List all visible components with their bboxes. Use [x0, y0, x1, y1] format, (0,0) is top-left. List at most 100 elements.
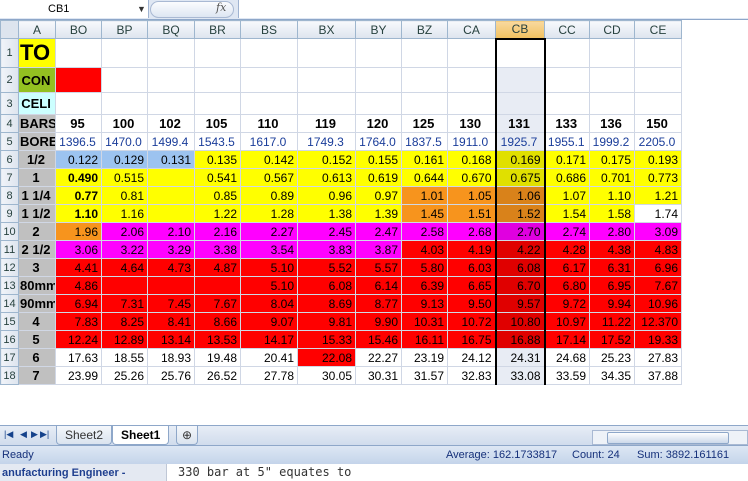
cell-ce7[interactable]: 0.773 [634, 168, 682, 187]
cell-by6[interactable]: 0.155 [355, 150, 402, 169]
cell-ce1[interactable] [634, 38, 682, 68]
cell-cc14[interactable]: 9.72 [544, 294, 590, 313]
cell-bs1[interactable] [240, 38, 298, 68]
cell-bs6[interactable]: 0.142 [240, 150, 298, 169]
cell-ce11[interactable]: 4.83 [634, 240, 682, 259]
cell-br11[interactable]: 3.38 [194, 240, 241, 259]
cell-ca16[interactable]: 16.75 [447, 330, 496, 349]
cell-br6[interactable]: 0.135 [194, 150, 241, 169]
cell-br12[interactable]: 4.87 [194, 258, 241, 277]
cell-bx6[interactable]: 0.152 [297, 150, 356, 169]
cell-bp13[interactable] [101, 276, 148, 295]
cell-bp18[interactable]: 25.26 [101, 366, 148, 385]
cell-cd15[interactable]: 11.22 [589, 312, 635, 331]
cell-bo10[interactable]: 1.96 [55, 222, 102, 241]
cell-bs12[interactable]: 5.10 [240, 258, 298, 277]
row-header[interactable]: 2 [0, 67, 19, 93]
cell-cd11[interactable]: 4.38 [589, 240, 635, 259]
cell-cb16[interactable]: 16.88 [494, 330, 546, 349]
cell-bs17[interactable]: 20.41 [240, 348, 298, 367]
cell-by4[interactable]: 120 [355, 114, 402, 133]
cell-ca2[interactable] [447, 67, 496, 93]
cell-a1[interactable]: TO [18, 38, 56, 68]
cell-a13[interactable]: 80mm [18, 276, 56, 295]
row-header[interactable]: 18 [0, 366, 19, 385]
cell-bz8[interactable]: 1.01 [401, 186, 448, 205]
cell-cb13[interactable]: 6.70 [494, 276, 546, 295]
cell-bx10[interactable]: 2.45 [297, 222, 356, 241]
row-header[interactable]: 7 [0, 168, 19, 187]
cell-cc15[interactable]: 10.97 [544, 312, 590, 331]
cell-bo4[interactable]: 95 [55, 114, 102, 133]
cell-bp5[interactable]: 1470.0 [101, 132, 148, 151]
cell-by8[interactable]: 0.97 [355, 186, 402, 205]
cell-ca6[interactable]: 0.168 [447, 150, 496, 169]
cell-br1[interactable] [194, 38, 241, 68]
cell-bz12[interactable]: 5.80 [401, 258, 448, 277]
cell-bq4[interactable]: 102 [147, 114, 195, 133]
cell-bs2[interactable] [240, 67, 298, 93]
cell-br3[interactable] [194, 92, 241, 115]
cell-bo6[interactable]: 0.122 [55, 150, 102, 169]
cell-cc8[interactable]: 1.07 [544, 186, 590, 205]
cell-cc10[interactable]: 2.74 [544, 222, 590, 241]
cell-by18[interactable]: 30.31 [355, 366, 402, 385]
column-header-bx[interactable]: BX [297, 20, 356, 39]
cell-ca3[interactable] [447, 92, 496, 115]
cell-cd13[interactable]: 6.95 [589, 276, 635, 295]
cell-cb12[interactable]: 6.08 [494, 258, 546, 277]
cell-bp8[interactable]: 0.81 [101, 186, 148, 205]
cell-bq13[interactable] [147, 276, 195, 295]
cell-br10[interactable]: 2.16 [194, 222, 241, 241]
column-header-cb[interactable]: CB [495, 20, 545, 39]
cell-bs18[interactable]: 27.78 [240, 366, 298, 385]
cell-ce10[interactable]: 3.09 [634, 222, 682, 241]
cell-cc4[interactable]: 133 [544, 114, 590, 133]
cell-cc17[interactable]: 24.68 [544, 348, 590, 367]
cell-cb9[interactable]: 1.52 [494, 204, 546, 223]
cell-bp3[interactable] [101, 92, 148, 115]
cell-bq12[interactable]: 4.73 [147, 258, 195, 277]
cell-bx7[interactable]: 0.613 [297, 168, 356, 187]
chevron-down-icon[interactable]: ▼ [137, 0, 146, 18]
row-header[interactable]: 3 [0, 92, 19, 115]
cell-ce3[interactable] [634, 92, 682, 115]
cell-cc7[interactable]: 0.686 [544, 168, 590, 187]
cell-cb18[interactable]: 33.08 [494, 366, 546, 385]
cell-cb17[interactable]: 24.31 [494, 348, 546, 367]
cell-a4[interactable]: BARS [18, 114, 56, 133]
cell-bx9[interactable]: 1.38 [297, 204, 356, 223]
cell-cc5[interactable]: 1955.1 [544, 132, 590, 151]
last-sheet-icon[interactable]: ▶| [40, 429, 49, 440]
cell-br17[interactable]: 19.48 [194, 348, 241, 367]
cell-a3[interactable]: CELI [18, 92, 56, 115]
cell-bz3[interactable] [401, 92, 448, 115]
cell-br15[interactable]: 8.66 [194, 312, 241, 331]
cell-bp7[interactable]: 0.515 [101, 168, 148, 187]
cell-ca18[interactable]: 32.83 [447, 366, 496, 385]
cell-bq7[interactable] [147, 168, 195, 187]
cell-bs16[interactable]: 14.17 [240, 330, 298, 349]
cell-bq8[interactable] [147, 186, 195, 205]
cell-ce13[interactable]: 7.67 [634, 276, 682, 295]
cell-bo9[interactable]: 1.10 [55, 204, 102, 223]
cell-a6[interactable]: 1/2 [18, 150, 56, 169]
cell-bq17[interactable]: 18.93 [147, 348, 195, 367]
prev-sheet-icon[interactable]: ◀ [20, 429, 27, 440]
cell-bz6[interactable]: 0.161 [401, 150, 448, 169]
cell-bs7[interactable]: 0.567 [240, 168, 298, 187]
cell-bo18[interactable]: 23.99 [55, 366, 102, 385]
column-header-ce[interactable]: CE [634, 20, 682, 39]
cell-cb11[interactable]: 4.22 [494, 240, 546, 259]
cell-bp1[interactable] [101, 38, 148, 68]
cell-cc11[interactable]: 4.28 [544, 240, 590, 259]
cell-bo3[interactable] [55, 92, 102, 115]
cell-bx14[interactable]: 8.69 [297, 294, 356, 313]
cell-bo12[interactable]: 4.41 [55, 258, 102, 277]
horizontal-scrollbar[interactable] [592, 430, 748, 445]
cell-bx3[interactable] [297, 92, 356, 115]
cell-cd18[interactable]: 34.35 [589, 366, 635, 385]
cell-bq5[interactable]: 1499.4 [147, 132, 195, 151]
cell-a15[interactable]: 4 [18, 312, 56, 331]
column-header-ca[interactable]: CA [447, 20, 496, 39]
